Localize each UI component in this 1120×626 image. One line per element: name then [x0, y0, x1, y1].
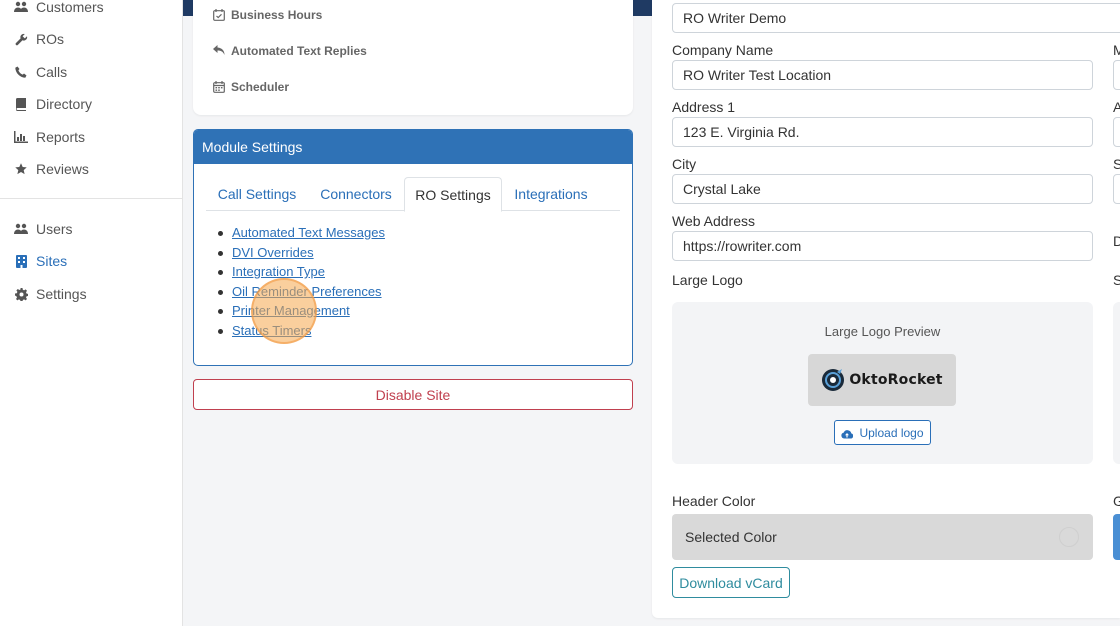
- sidebar-item-label: Sites: [36, 253, 68, 269]
- sidebar-item-calls[interactable]: Calls: [14, 61, 67, 83]
- sidebar-item-settings[interactable]: Settings: [14, 283, 87, 305]
- large-logo-preview-box: Large Logo Preview OktoRocket Upload log…: [672, 302, 1093, 464]
- star-icon: [14, 162, 28, 176]
- header-color-label: Header Color: [672, 493, 756, 509]
- city-label: City: [672, 156, 697, 172]
- sidebar-item-users[interactable]: Users: [14, 218, 73, 240]
- business-hours-link[interactable]: Business Hours: [213, 5, 322, 25]
- sidebar-item-sites[interactable]: Sites: [14, 250, 67, 272]
- large-logo-image: OktoRocket: [808, 354, 956, 406]
- city-input[interactable]: Crystal Lake: [672, 174, 1093, 204]
- scheduler-link[interactable]: Scheduler: [213, 77, 289, 97]
- address1-label: Address 1: [672, 99, 736, 115]
- module-settings-title: Module Settings: [194, 130, 632, 164]
- sidebar-item-directory[interactable]: Directory: [14, 93, 92, 115]
- users-icon: [14, 0, 28, 14]
- list-item: DVI Overrides: [216, 245, 385, 265]
- list-item: Integration Type: [216, 264, 385, 284]
- list-item: Printer Management: [216, 303, 385, 323]
- module-settings-card: Module Settings Call Settings Connectors…: [193, 129, 633, 366]
- header-strip-right: [633, 0, 652, 16]
- cut-off-label-3: S: [1113, 156, 1120, 172]
- oil-reminder-preferences-link[interactable]: Oil Reminder Preferences: [232, 284, 382, 299]
- site-links-card: Business Hours Automated Text Replies Sc…: [193, 0, 633, 115]
- module-settings-tabs: Call Settings Connectors RO Settings Int…: [206, 177, 620, 212]
- users-icon: [14, 222, 28, 236]
- cut-off-label-4: D: [1113, 233, 1120, 249]
- sidebar-item-reports[interactable]: Reports: [14, 126, 85, 148]
- cut-off-logo-box: [1113, 302, 1120, 464]
- tab-ro-settings[interactable]: RO Settings: [404, 177, 502, 212]
- company-name-input[interactable]: RO Writer Test Location: [672, 60, 1093, 90]
- phone-icon: [14, 65, 28, 79]
- header-strip-left: [183, 0, 193, 16]
- tab-connectors[interactable]: Connectors: [310, 177, 402, 211]
- cut-off-label-1: M: [1113, 42, 1120, 58]
- logo-brand-text: OktoRocket: [849, 372, 943, 388]
- disable-site-button[interactable]: Disable Site: [193, 379, 633, 410]
- tab-integrations[interactable]: Integrations: [504, 177, 598, 211]
- sidebar-item-label: Reviews: [36, 161, 89, 177]
- automated-text-messages-link[interactable]: Automated Text Messages: [232, 225, 385, 240]
- building-icon: [14, 254, 28, 268]
- web-address-input[interactable]: https://rowriter.com: [672, 231, 1093, 261]
- cut-off-label-2: A: [1113, 99, 1120, 115]
- large-logo-label: Large Logo: [672, 272, 743, 288]
- sidebar-item-ros[interactable]: ROs: [14, 28, 64, 50]
- upload-logo-button[interactable]: Upload logo: [834, 420, 931, 445]
- cut-off-input-3[interactable]: [1113, 174, 1120, 204]
- rocket-logo-icon: [822, 369, 845, 391]
- logo-content: OktoRocket: [821, 368, 942, 392]
- cloud-upload-icon: [841, 428, 854, 439]
- sidebar-item-label: Directory: [36, 96, 93, 112]
- cut-off-input-2[interactable]: [1113, 117, 1120, 147]
- gear-icon: [14, 287, 28, 301]
- sidebar-item-label: Users: [36, 221, 73, 237]
- automated-text-replies-link[interactable]: Automated Text Replies: [213, 41, 367, 61]
- web-address-label: Web Address: [672, 213, 756, 229]
- cut-off-label-5: S: [1113, 272, 1120, 288]
- sidebar-item-label: Calls: [36, 64, 68, 80]
- upload-logo-label: Upload logo: [859, 425, 924, 440]
- dvi-overrides-link[interactable]: DVI Overrides: [232, 245, 314, 260]
- sidebar-item-label: Customers: [36, 0, 104, 15]
- sidebar-divider: [0, 198, 183, 199]
- ro-settings-list: Automated Text Messages DVI Overrides In…: [216, 225, 385, 342]
- sidebar: Customers ROs Calls Directory Reports Re…: [0, 0, 183, 626]
- reply-icon: [213, 45, 225, 57]
- selected-color-label: Selected Color: [685, 529, 777, 545]
- list-item: Automated Text Messages: [216, 225, 385, 245]
- header-color-picker[interactable]: Selected Color: [672, 514, 1093, 560]
- sidebar-item-customers[interactable]: Customers: [14, 0, 104, 18]
- calendar-check-icon: [213, 9, 225, 21]
- cut-off-label-6: G: [1113, 493, 1120, 509]
- automated-text-replies-label: Automated Text Replies: [231, 44, 367, 58]
- list-item: Status Timers: [216, 323, 385, 343]
- cut-off-color-picker[interactable]: [1113, 514, 1120, 560]
- scheduler-label: Scheduler: [231, 80, 290, 94]
- color-swatch: [1059, 527, 1079, 547]
- large-logo-preview-label: Large Logo Preview: [824, 324, 941, 339]
- sidebar-item-reviews[interactable]: Reviews: [14, 158, 89, 180]
- chart-icon: [14, 130, 28, 144]
- site-name-input[interactable]: RO Writer Demo: [672, 3, 1120, 33]
- cut-off-input-1[interactable]: [1113, 60, 1120, 90]
- company-name-label: Company Name: [672, 42, 774, 58]
- tab-call-settings[interactable]: Call Settings: [206, 177, 308, 211]
- wrench-icon: [14, 32, 28, 46]
- download-vcard-button[interactable]: Download vCard: [672, 567, 790, 598]
- sidebar-item-label: Reports: [36, 129, 86, 145]
- sidebar-item-label: Settings: [36, 286, 87, 302]
- book-icon: [14, 97, 28, 111]
- integration-type-link[interactable]: Integration Type: [232, 264, 325, 279]
- printer-management-link[interactable]: Printer Management: [232, 303, 350, 318]
- business-hours-label: Business Hours: [231, 8, 323, 22]
- list-item: Oil Reminder Preferences: [216, 284, 385, 304]
- sidebar-item-label: ROs: [36, 31, 64, 47]
- calendar-icon: [213, 81, 225, 93]
- address1-input[interactable]: 123 E. Virginia Rd.: [672, 117, 1093, 147]
- status-timers-link[interactable]: Status Timers: [232, 323, 311, 338]
